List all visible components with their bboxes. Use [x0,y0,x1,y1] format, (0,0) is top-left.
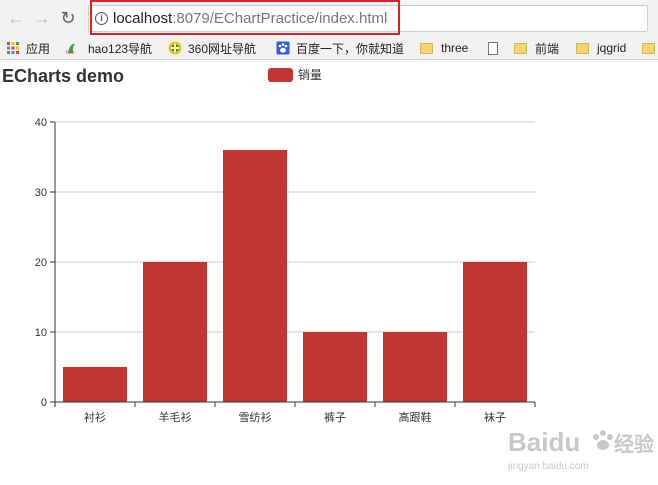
watermark-brand: Baidu [508,427,580,457]
bar[interactable] [63,367,127,402]
baidu-jingyan-watermark: Baidu 经验 jingyan.baidu.com [507,427,654,472]
watermark-cn: 经验 [614,432,654,456]
bookmark-folder-three[interactable]: three [420,39,468,57]
bar[interactable] [223,150,287,402]
url-path: :8079/EChartPractice/index.html [172,10,388,27]
bar[interactable] [463,262,527,402]
bookmark-label: hao123导航 [88,41,153,56]
bar[interactable] [383,332,447,402]
y-tick-label: 20 [35,257,47,269]
url-host: localhost [113,10,173,27]
bookmark-label: 应用 [26,41,51,56]
watermark-domain: jingyan.baidu.com [507,461,589,472]
x-tick-label: 雪纺衫 [239,410,272,424]
info-icon[interactable]: i [95,12,108,25]
bookmark-folder-frontend[interactable]: 前端 [514,39,559,57]
bookmark-label: 前端 [535,41,560,56]
baidu-paw-icon [276,41,290,55]
hao123-icon: hao [66,43,75,55]
folder-icon [420,42,433,54]
bookmark-hao123[interactable]: hao hao123导航 [66,39,152,57]
x-tick-label: 袜子 [484,410,506,424]
forward-arrow-icon[interactable]: → [32,8,52,28]
bar[interactable] [303,332,367,402]
folder-icon [576,42,589,54]
bookmark-label: three [441,41,469,55]
bookmark-360[interactable]: 360网址导航 [168,39,256,57]
x-tick-label: 裤子 [324,410,346,424]
page-content: ECharts demo 销量 0 10 20 30 40 衬衫 羊毛衫 雪纺衫 裤子 高跟鞋 袜子 [0,60,658,485]
apps-grid-icon [7,42,19,54]
bar-chart: 0 10 20 30 40 衬衫 羊毛衫 雪纺衫 裤子 高跟鞋 袜子 [35,117,536,424]
y-tick-label: 40 [35,117,47,129]
bookmark-apps[interactable]: 应用 [6,39,50,57]
reload-icon[interactable]: ↻ [58,8,78,28]
bookmark-baidu[interactable]: 百度一下，你就知道 [276,39,404,57]
back-arrow-icon[interactable]: ← [6,8,26,28]
page-icon [488,41,498,55]
bar[interactable] [143,262,207,402]
folder-icon [514,42,527,54]
x-tick-label: 衬衫 [84,411,106,424]
bookmark-page[interactable] [488,39,506,57]
folder-icon [642,42,655,54]
baidu-paw-watermark-icon [593,430,613,450]
y-tick-label: 30 [35,187,47,199]
url-text[interactable]: localhost:8079/EChartPractice/index.html [113,10,387,27]
bookmark-label: jqgrid [597,41,627,55]
bookmark-label: 百度一下，你就知道 [296,41,405,56]
bookmark-folder-jqgrid[interactable]: jqgrid [576,39,626,57]
browser-toolbar: ← → ↻ i localhost:8079/EChartPractice/in… [0,0,658,36]
svg-text:hao: hao [66,50,75,55]
x-tick-label: 高跟鞋 [399,410,432,424]
bookmark-label: 360网址导航 [188,41,257,56]
address-bar[interactable]: i localhost:8079/EChartPractice/index.ht… [88,5,648,32]
bookmark-folder-overflow[interactable] [642,39,658,57]
bookmarks-bar: 应用 hao hao123导航 360网址导航 百度一下，你就知道 three … [0,36,658,60]
y-tick-label: 0 [41,397,47,409]
y-tick-label: 10 [35,327,47,339]
360-icon [168,41,182,55]
x-tick-label: 羊毛衫 [159,410,192,424]
